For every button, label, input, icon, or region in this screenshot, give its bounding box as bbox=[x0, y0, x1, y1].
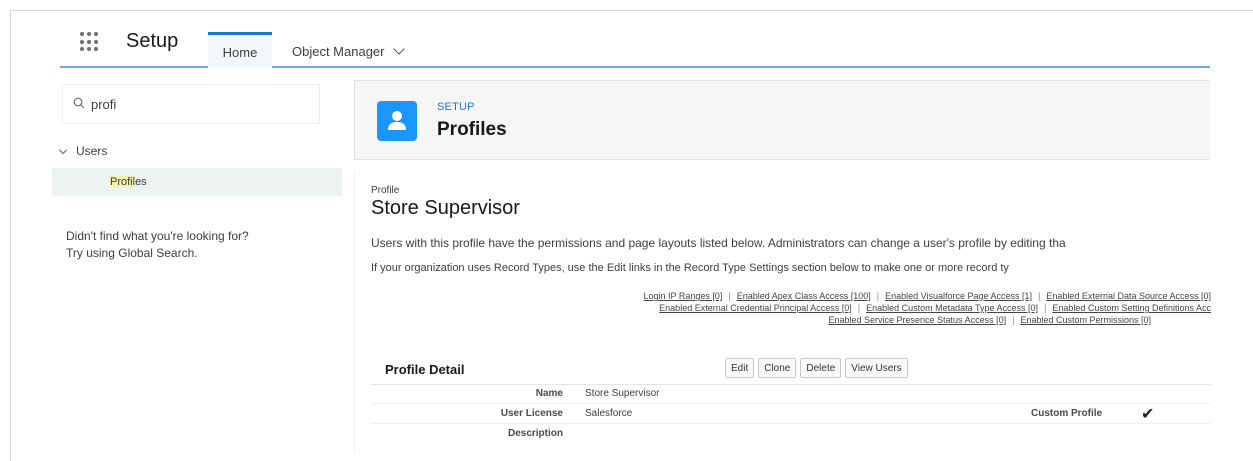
link-visualforce-page-access[interactable]: Enabled Visualforce Page Access [1] bbox=[885, 291, 1032, 301]
link-apex-class-access[interactable]: Enabled Apex Class Access [100] bbox=[737, 291, 871, 301]
setup-sidebar: Users Profiles Didn't find what you're l… bbox=[52, 80, 342, 450]
field-value: Store Supervisor bbox=[585, 388, 660, 399]
tree-item-label-rest: les bbox=[132, 176, 147, 188]
tree-item-profiles[interactable]: Profiles bbox=[52, 168, 342, 196]
tree-group-label: Users bbox=[76, 144, 108, 158]
link-custom-setting-definitions[interactable]: Enabled Custom Setting Definitions Acc bbox=[1052, 303, 1211, 313]
user-icon bbox=[377, 101, 417, 141]
tree-group-users[interactable]: Users bbox=[58, 144, 108, 158]
link-login-ip-ranges[interactable]: Login IP Ranges [0] bbox=[643, 291, 722, 301]
top-nav: Setup Home Object Manager bbox=[60, 20, 1210, 68]
page-title: Profiles bbox=[437, 119, 507, 140]
detail-row-license: User License Salesforce Custom Profile ✔ bbox=[371, 404, 1211, 424]
link-custom-metadata-access[interactable]: Enabled Custom Metadata Type Access [0] bbox=[866, 303, 1038, 313]
global-search-hint: Didn't find what you're looking for? Try… bbox=[66, 228, 249, 262]
header-eyebrow: SETUP bbox=[437, 101, 475, 113]
chevron-down-icon[interactable] bbox=[58, 145, 68, 155]
related-links: Login IP Ranges [0] | Enabled Apex Class A… bbox=[415, 290, 1211, 326]
field-label: Description bbox=[507, 428, 563, 439]
record-types-paragraph: If your organization uses Record Types, … bbox=[371, 262, 1009, 274]
chevron-down-icon[interactable] bbox=[392, 43, 405, 55]
links-row: Enabled Service Presence Status Access [… bbox=[828, 315, 1151, 325]
detail-row-description: Description bbox=[371, 424, 1211, 444]
link-service-presence-access[interactable]: Enabled Service Presence Status Access [… bbox=[828, 315, 1006, 325]
search-icon bbox=[73, 97, 85, 109]
field-label: Name bbox=[535, 388, 563, 399]
app-launcher-icon[interactable] bbox=[80, 32, 100, 52]
help-line-1: Didn't find what you're looking for? bbox=[66, 229, 249, 243]
view-users-button[interactable]: View Users bbox=[845, 358, 908, 378]
clone-button[interactable]: Clone bbox=[758, 358, 797, 378]
app-name: Setup bbox=[126, 30, 179, 52]
help-line-2: Try using Global Search. bbox=[66, 246, 198, 260]
quick-find-input[interactable] bbox=[91, 93, 311, 115]
profile-detail-title: Profile Detail bbox=[385, 362, 465, 377]
checkmark-icon: ✔ bbox=[1141, 406, 1155, 423]
delete-button[interactable]: Delete bbox=[800, 358, 842, 378]
edit-button[interactable]: Edit bbox=[725, 358, 755, 378]
search-match-highlight: Profi bbox=[110, 176, 133, 188]
field-value: Salesforce bbox=[585, 408, 633, 419]
intro-paragraph: Users with this profile have the permiss… bbox=[371, 236, 1066, 250]
links-row: Login IP Ranges [0] | Enabled Apex Class A… bbox=[643, 291, 1211, 301]
tab-object-manager-label: Object Manager bbox=[292, 44, 385, 59]
profile-content: Profile Store Supervisor Users with this… bbox=[354, 172, 1211, 452]
field-label: User License bbox=[500, 408, 563, 419]
quick-find-box[interactable] bbox=[62, 84, 320, 124]
link-external-data-source-access[interactable]: Enabled External Data Source Access [0] bbox=[1046, 291, 1211, 301]
profile-name-title: Store Supervisor bbox=[371, 197, 520, 219]
link-custom-permissions[interactable]: Enabled Custom Permissions [0] bbox=[1020, 315, 1151, 325]
link-external-credential-access[interactable]: Enabled External Credential Principal Ac… bbox=[659, 303, 852, 313]
field-label: Custom Profile bbox=[1031, 408, 1103, 419]
tab-home[interactable]: Home bbox=[208, 32, 272, 68]
detail-row-name: Name Store Supervisor bbox=[371, 384, 1211, 404]
detail-button-group: Edit Clone Delete View Users bbox=[725, 358, 908, 378]
links-row: Enabled External Credential Principal Ac… bbox=[659, 303, 1211, 313]
page-header: SETUP Profiles bbox=[354, 80, 1210, 160]
breadcrumb: Profile bbox=[371, 185, 400, 196]
tab-object-manager[interactable]: Object Manager bbox=[292, 34, 405, 68]
